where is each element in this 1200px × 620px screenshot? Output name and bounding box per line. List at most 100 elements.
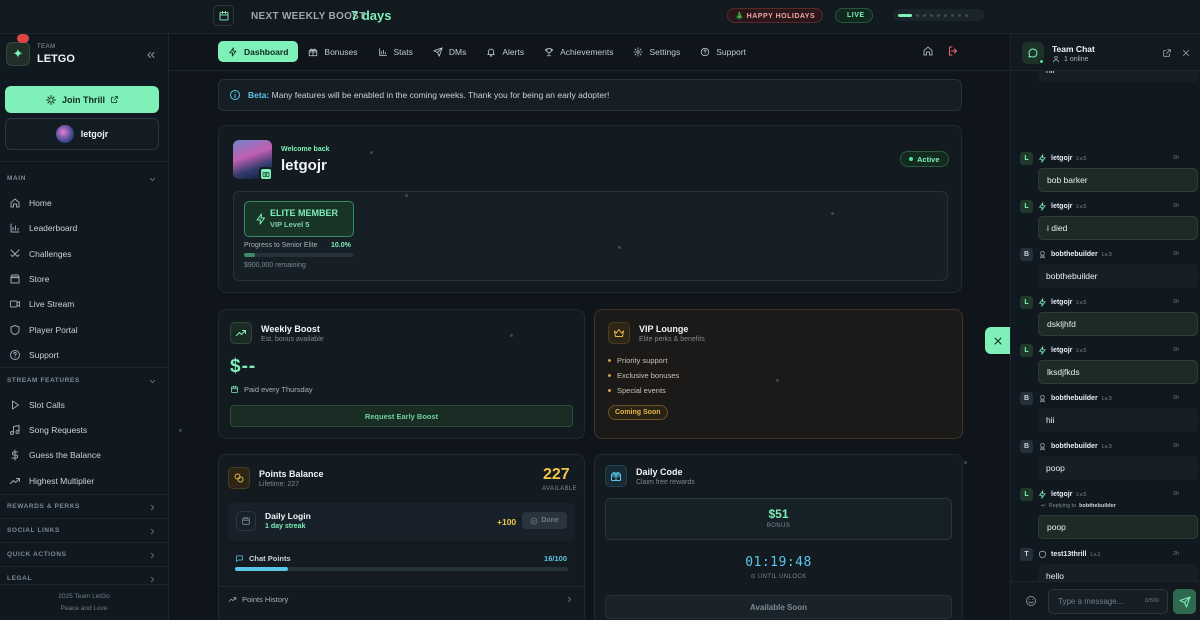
zap-icon (1039, 298, 1046, 307)
elite-member-badge: ELITE MEMBER VIP Level 5 (244, 201, 354, 237)
chat-online-count: 1 online (1052, 55, 1089, 63)
calendar-button[interactable] (213, 5, 234, 26)
pager-dot[interactable] (965, 13, 968, 17)
tab-stats[interactable]: Stats (368, 41, 423, 62)
tab-settings[interactable]: Settings (623, 41, 690, 62)
external-link-icon (1163, 49, 1171, 57)
sidebar-item-leaderboard[interactable]: Leaderboard (9, 222, 77, 234)
sidebar-item-guess-balance[interactable]: Guess the Balance (9, 449, 101, 461)
bullet-icon (608, 374, 611, 377)
request-early-boost-button[interactable]: Request Early Boost (230, 405, 573, 427)
star-decoration (510, 334, 513, 337)
tab-achievements[interactable]: Achievements (534, 41, 623, 62)
section-rewards-label: REWARDS & PERKS (7, 503, 80, 510)
carousel-pager[interactable] (893, 9, 985, 21)
section-stream-label: STREAM FEATURES (7, 377, 80, 384)
close-panel-button[interactable] (985, 327, 1010, 354)
perk-label: Special events (617, 386, 666, 395)
pager-dot[interactable] (951, 13, 954, 17)
chat-time: 2h (1173, 347, 1180, 353)
sidebar-item-slot-calls[interactable]: Slot Calls (9, 399, 65, 411)
send-message-button[interactable] (1173, 589, 1196, 614)
section-social-links[interactable]: SOCIAL LINKS (7, 527, 157, 536)
beta-text-wrap: Beta: Many features will be enabled in t… (248, 90, 609, 100)
trending-up-icon (10, 478, 20, 484)
trending-up-icon (230, 322, 252, 344)
daily-claim-done-button[interactable]: Done (522, 512, 567, 529)
user-profile-button[interactable]: letgojr (5, 118, 159, 150)
section-main[interactable]: MAIN (7, 175, 157, 184)
beta-banner: Beta: Many features will be enabled in t… (218, 79, 962, 111)
sidebar-item-challenges[interactable]: Challenges (9, 248, 72, 260)
tab-alerts[interactable]: Alerts (476, 41, 534, 62)
home-button[interactable] (922, 45, 934, 57)
join-thrill-button[interactable]: Join Thrill (5, 86, 159, 113)
sidebar-item-home[interactable]: Home (9, 197, 52, 209)
chat-username: letgojr (1051, 347, 1073, 354)
weekly-boost-subtitle: Est. bonus available (261, 336, 324, 343)
pager-dot-active[interactable] (898, 13, 912, 17)
available-soon-button[interactable]: Available Soon (605, 595, 952, 619)
change-avatar-button[interactable] (259, 167, 273, 181)
sidebar-item-highest-multiplier[interactable]: Highest Multiplier (9, 475, 94, 487)
chat-meta: letgojrLv.5 (1038, 298, 1086, 307)
award-icon (1040, 443, 1045, 451)
section-social-label: SOCIAL LINKS (7, 527, 60, 534)
sidebar-item-support[interactable]: Support (9, 349, 59, 361)
holiday-badge: 🎄 HAPPY HOLIDAYS (727, 8, 824, 23)
tab-bonuses[interactable]: Bonuses (298, 41, 367, 62)
bar-chart-icon (10, 223, 20, 233)
coming-soon-badge: Coming Soon (608, 405, 668, 420)
section-quick-actions[interactable]: QUICK ACTIONS (7, 551, 157, 560)
chat-bubble: poop (1038, 515, 1198, 539)
tab-label: Bonuses (324, 46, 358, 57)
calendar-icon (231, 385, 238, 393)
chat-composer: Type a message... 0/500 (1011, 581, 1200, 620)
sidebar-item-song-requests[interactable]: Song Requests (9, 424, 87, 436)
chat-avatar: B (1020, 440, 1033, 453)
tab-dashboard[interactable]: Dashboard (218, 41, 299, 62)
chevron-right-icon (151, 528, 154, 535)
section-legal-label: LEGAL (7, 575, 33, 582)
chevron-right-icon (568, 596, 571, 603)
section-legal[interactable]: LEGAL (7, 575, 157, 584)
team-logo[interactable]: ✦ (6, 42, 30, 66)
bonus-label: BONUS (766, 523, 791, 529)
section-rewards-perks[interactable]: REWARDS & PERKS (7, 503, 157, 512)
emoji-button[interactable] (1025, 595, 1037, 607)
pager-dot[interactable] (930, 13, 933, 17)
sidebar-item-store[interactable]: Store (9, 273, 49, 285)
zap-icon (1039, 490, 1046, 499)
pager-dot[interactable] (958, 13, 961, 17)
points-history-button[interactable]: Points History (219, 586, 584, 612)
sidebar-item-live-stream[interactable]: Live Stream (9, 298, 74, 310)
chat-online-label: 1 online (1064, 55, 1089, 63)
chat-username: bobthebuilder (1051, 443, 1098, 450)
tab-support[interactable]: Support (690, 41, 756, 62)
chat-username: test13thrill (1051, 551, 1087, 558)
pager-dot[interactable] (937, 13, 940, 17)
chat-avatar: L (1020, 152, 1033, 165)
vip-lounge-card: VIP Lounge Elite perks & benefits Priori… (594, 309, 963, 439)
team-chat-panel: Team Chat 1 online BbobthebuilderLv.32hh… (1010, 34, 1200, 620)
pager-dot[interactable] (944, 13, 947, 17)
chat-meta: letgojrLv.5 (1038, 346, 1086, 355)
bonus-value: $51 (768, 507, 789, 521)
star-decoration (370, 151, 373, 154)
pager-dot[interactable] (916, 13, 919, 17)
pager-dot[interactable] (923, 13, 926, 17)
chat-time: 2h (1173, 155, 1180, 161)
chat-avatar: T (1020, 548, 1033, 561)
chat-meta: bobthebuilderLv.3 (1038, 394, 1112, 403)
logout-button[interactable] (947, 45, 959, 57)
chevrons-left-icon (147, 52, 155, 58)
tab-dms[interactable]: DMs (423, 41, 476, 62)
sidebar-item-player-portal[interactable]: Player Portal (9, 324, 78, 336)
close-chat-button[interactable] (1181, 48, 1191, 58)
collapse-sidebar-button[interactable] (145, 49, 157, 61)
paid-schedule: Paid every Thursday (230, 385, 313, 394)
gift-icon (605, 465, 627, 487)
popout-chat-button[interactable] (1162, 48, 1172, 58)
section-stream-features[interactable]: STREAM FEATURES (7, 377, 157, 386)
store-icon (10, 274, 20, 284)
